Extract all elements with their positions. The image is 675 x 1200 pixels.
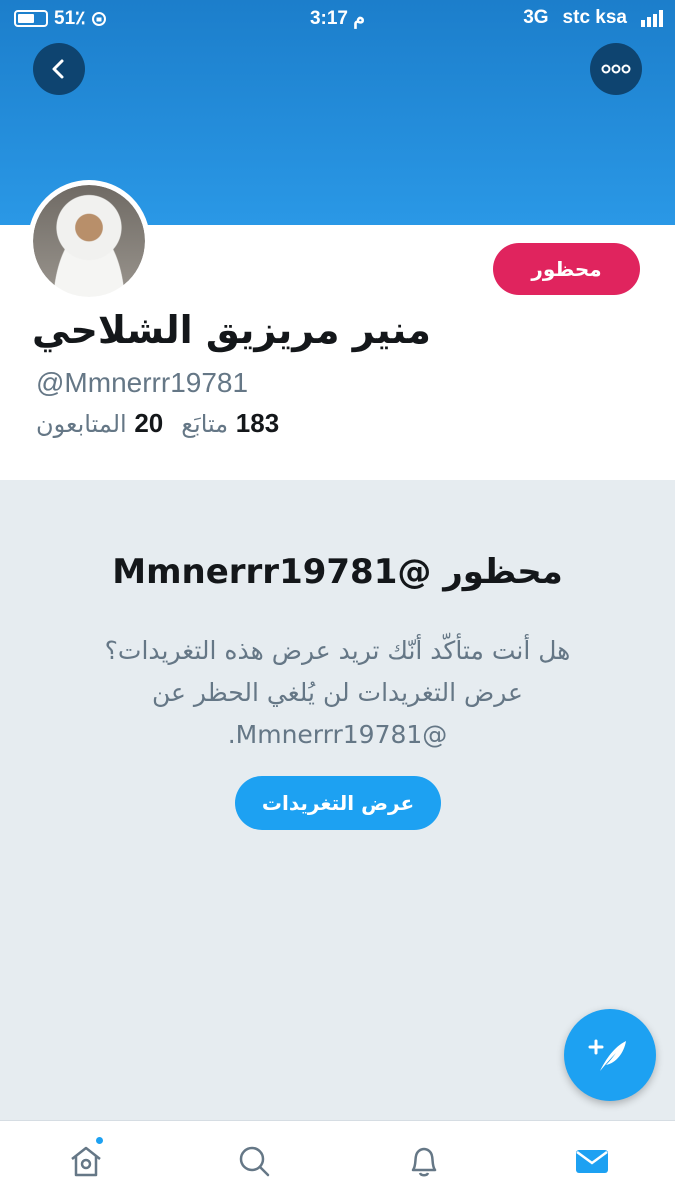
back-button[interactable] [33,43,85,95]
followers-label: المتابعون [36,410,127,438]
view-tweets-button[interactable]: عرض التغريدات [235,776,441,830]
tab-home[interactable] [62,1135,110,1183]
profile-stats: 183 متابَع 20 المتابعون [36,408,279,439]
bottom-tab-bar [0,1120,675,1200]
status-bar: 51٪ 3:17 م 3G stc ksa [0,0,675,36]
compose-tweet-button[interactable] [564,1009,656,1101]
home-icon [71,1146,101,1177]
following-label: متابَع [181,410,229,438]
tab-notifications[interactable] [400,1139,448,1183]
tab-messages[interactable] [568,1139,616,1183]
profile-name: منير مريزيق الشلاحي [32,308,431,352]
tab-search[interactable] [230,1139,278,1183]
following-stat[interactable]: 183 متابَع [181,408,279,439]
compose-feather-icon [588,1039,626,1071]
avatar[interactable] [28,180,150,302]
network-status: 3G stc ksa [523,7,663,29]
carrier-name: stc ksa [562,7,627,28]
followers-stat[interactable]: 20 المتابعون [36,408,163,439]
profile-handle: @Mmnerrr19781 [36,367,249,398]
blocked-button[interactable]: محظور [493,243,640,295]
search-icon [239,1146,270,1177]
blocked-message: هل أنت متأكّد أنّك تريد عرض هذه التغريدا… [104,636,571,749]
followers-count: 20 [134,408,164,438]
chevron-left-icon [52,59,64,79]
more-icon [601,64,631,74]
following-count: 183 [235,408,280,438]
signal-icon [641,9,663,27]
notifications-icon [411,1147,437,1177]
messages-icon [576,1150,608,1173]
more-options-button[interactable] [590,43,642,95]
network-type: 3G [523,7,549,28]
new-content-dot [94,1135,105,1146]
blocked-title: محظور @Mmnerrr19781 [112,552,563,592]
